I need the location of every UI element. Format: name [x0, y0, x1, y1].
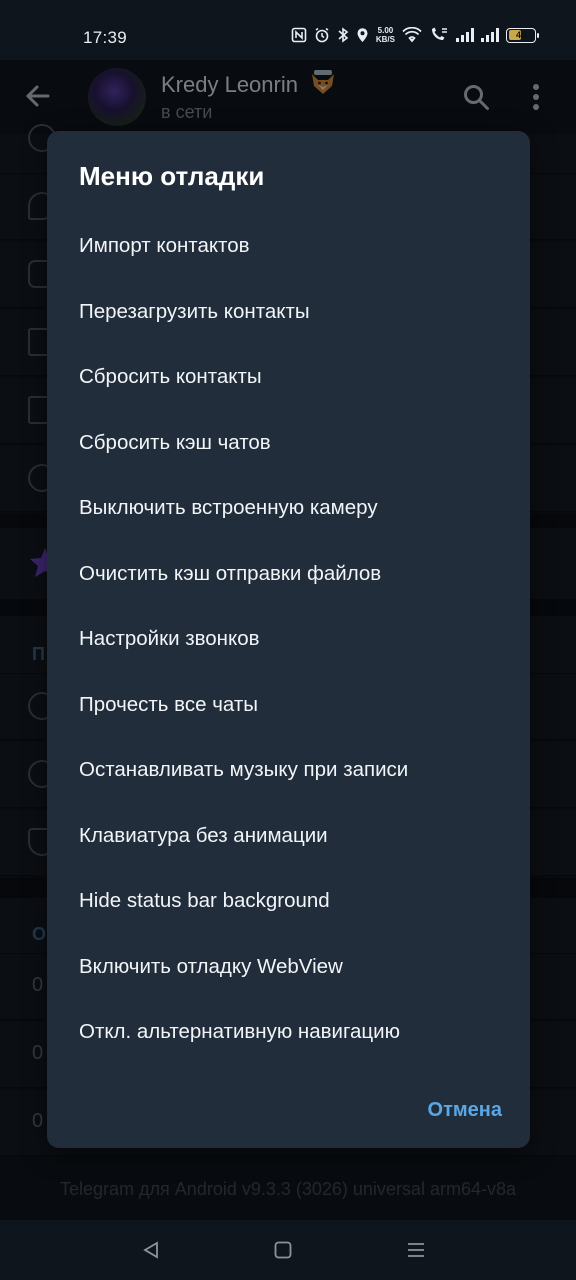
nav-back-icon[interactable]	[141, 1240, 161, 1260]
signal-1-icon	[456, 28, 474, 42]
menu-item-read-all-chats[interactable]: Прочесть все чаты	[47, 672, 530, 738]
menu-item-hide-status-bar-bg[interactable]: Hide status bar background	[47, 868, 530, 934]
menu-item-reset-chat-cache[interactable]: Сбросить кэш чатов	[47, 410, 530, 476]
net-speed-unit: KB/S	[375, 35, 395, 44]
net-speed: 5.00 KB/S	[376, 26, 395, 44]
debug-menu-dialog: Меню отладки Импорт контактов Перезагруз…	[47, 131, 530, 1148]
nav-home-icon[interactable]	[274, 1240, 292, 1260]
menu-item-keyboard-no-animation[interactable]: Клавиатура без анимации	[47, 803, 530, 869]
menu-item-clear-upload-cache[interactable]: Очистить кэш отправки файлов	[47, 541, 530, 607]
battery-icon: 48	[506, 27, 539, 43]
dialog-title: Меню отладки	[79, 161, 265, 191]
menu-item-pause-music-recording[interactable]: Останавливать музыку при записи	[47, 737, 530, 803]
status-bar: 17:39 5.00 KB/S 48	[0, 0, 576, 60]
wifi-call-icon	[432, 27, 447, 40]
net-speed-value: 5.00	[377, 26, 394, 35]
menu-item-disable-alt-navigation[interactable]: Откл. альтернативную навигацию	[47, 999, 530, 1065]
menu-item-import-contacts[interactable]: Импорт контактов	[47, 213, 530, 279]
menu-item-disable-camera[interactable]: Выключить встроенную камеру	[47, 475, 530, 541]
alarm-icon	[315, 27, 329, 43]
nav-recents-icon[interactable]	[406, 1240, 426, 1260]
signal-2-icon	[481, 28, 499, 42]
menu-item-webview-debug[interactable]: Включить отладку WebView	[47, 934, 530, 1000]
bluetooth-icon	[338, 27, 349, 43]
location-icon	[357, 28, 368, 42]
wifi-icon	[402, 27, 422, 43]
menu-item-reload-contacts[interactable]: Перезагрузить контакты	[47, 279, 530, 345]
battery-level: 48	[515, 30, 526, 40]
menu-item-call-settings[interactable]: Настройки звонков	[47, 606, 530, 672]
nfc-icon	[291, 27, 307, 43]
debug-menu-list: Импорт контактов Перезагрузить контакты …	[47, 213, 530, 1065]
menu-item-reset-contacts[interactable]: Сбросить контакты	[47, 344, 530, 410]
status-icons: 5.00 KB/S 48	[291, 26, 539, 44]
status-time: 17:39	[83, 28, 128, 47]
system-nav-bar	[0, 1220, 576, 1280]
cancel-button[interactable]: Отмена	[428, 1099, 502, 1122]
